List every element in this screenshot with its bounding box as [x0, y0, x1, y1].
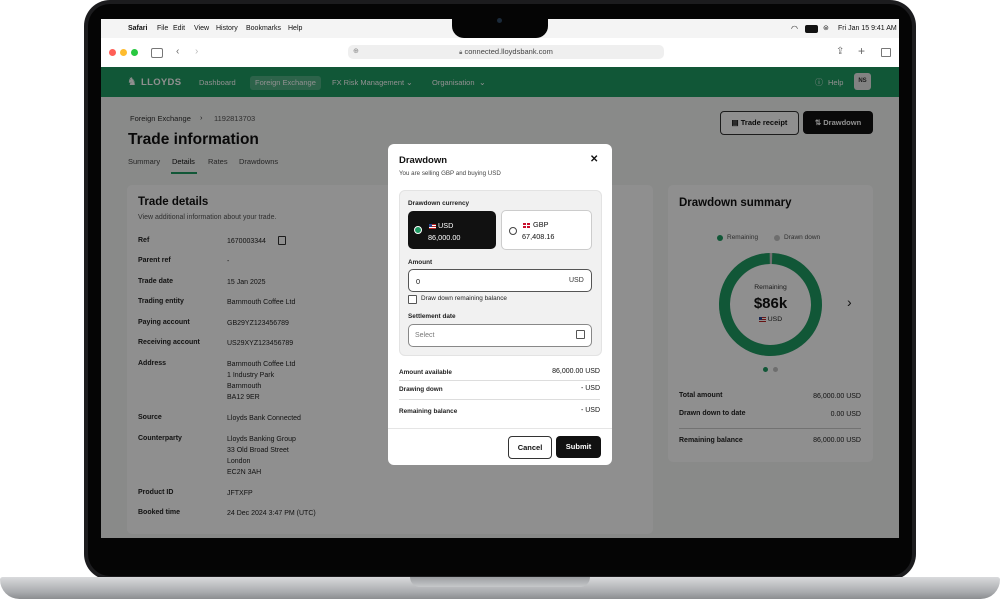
modal-summary-label: Drawing down — [399, 386, 443, 393]
laptop-base-lip — [410, 577, 590, 587]
menu-help[interactable]: Help — [288, 25, 302, 32]
amount-input[interactable] — [408, 269, 592, 292]
wifi-icon[interactable]: ◠ — [791, 24, 798, 33]
modal-footer-divider — [388, 428, 612, 429]
currency-amount-usd: 86,000.00 — [428, 233, 461, 242]
minimize-window-icon[interactable] — [120, 49, 127, 56]
forward-icon[interactable]: › — [195, 47, 198, 57]
back-icon[interactable]: ‹ — [176, 47, 179, 57]
amount-unit: USD — [569, 277, 584, 284]
us-flag-icon — [429, 223, 436, 229]
radio-unselected[interactable] — [509, 227, 517, 235]
control-center-icon[interactable]: ⊜ — [823, 24, 829, 32]
settlement-date-input[interactable] — [408, 324, 592, 347]
amount-label: Amount — [408, 259, 433, 266]
lock-icon: 🔒︎ — [459, 50, 463, 56]
amount-input-value: 0 — [416, 277, 421, 286]
modal-title: Drawdown — [399, 155, 448, 166]
menu-view[interactable]: View — [194, 25, 209, 32]
new-tab-icon[interactable]: + — [858, 45, 865, 57]
tab-overview-icon[interactable] — [881, 48, 891, 57]
sidebar-toggle-icon[interactable] — [151, 48, 163, 58]
share-icon[interactable]: ⇪ — [836, 47, 844, 57]
cancel-button[interactable]: Cancel — [508, 436, 552, 459]
menu-edit[interactable]: Edit — [173, 25, 185, 32]
screen: Safari File Edit View History Bookmarks … — [101, 19, 899, 538]
menu-app-name[interactable]: Safari — [128, 25, 147, 32]
uk-flag-icon — [522, 221, 531, 229]
modal-summary-label: Remaining balance — [399, 408, 458, 415]
zoom-window-icon[interactable] — [131, 49, 138, 56]
menu-file[interactable]: File — [157, 25, 168, 32]
close-icon[interactable]: ✕ — [590, 154, 598, 165]
modal-subtitle: You are selling GBP and buying USD — [399, 170, 501, 177]
modal-summary-value: - USD — [580, 407, 600, 414]
close-window-icon[interactable] — [109, 49, 116, 56]
modal-summary-label: Amount available — [399, 369, 452, 376]
draw-down-all-checkbox[interactable] — [408, 295, 417, 304]
currency-amount-gbp: 67,408.16 — [522, 232, 555, 241]
calendar-icon[interactable] — [576, 330, 585, 339]
menubar-clock[interactable]: Fri Jan 15 9:41 AM — [838, 25, 897, 32]
divider — [399, 380, 600, 381]
url-text: connected.lloydsbank.com — [464, 47, 553, 56]
currency-code-gbp: GBP — [522, 220, 548, 229]
camera-icon — [497, 18, 502, 23]
checkbox-label: Draw down remaining balance — [421, 295, 507, 302]
modal-summary-value: 86,000.00 USD — [552, 368, 600, 375]
privacy-icon: ⊕ — [353, 48, 359, 55]
address-bar[interactable]: ⊕ 🔒︎ connected.lloydsbank.com — [348, 45, 664, 59]
submit-button[interactable]: Submit — [556, 436, 601, 458]
currency-label: Drawdown currency — [408, 200, 470, 207]
settlement-label: Settlement date — [408, 313, 456, 320]
menu-history[interactable]: History — [216, 25, 238, 32]
battery-icon[interactable] — [805, 25, 818, 33]
menu-bookmarks[interactable]: Bookmarks — [246, 25, 281, 32]
radio-selected[interactable] — [414, 226, 422, 234]
modal-summary-value: - USD — [580, 385, 600, 392]
divider — [399, 399, 600, 400]
settlement-placeholder: Select — [415, 332, 435, 339]
currency-code-usd: USD — [429, 221, 453, 230]
